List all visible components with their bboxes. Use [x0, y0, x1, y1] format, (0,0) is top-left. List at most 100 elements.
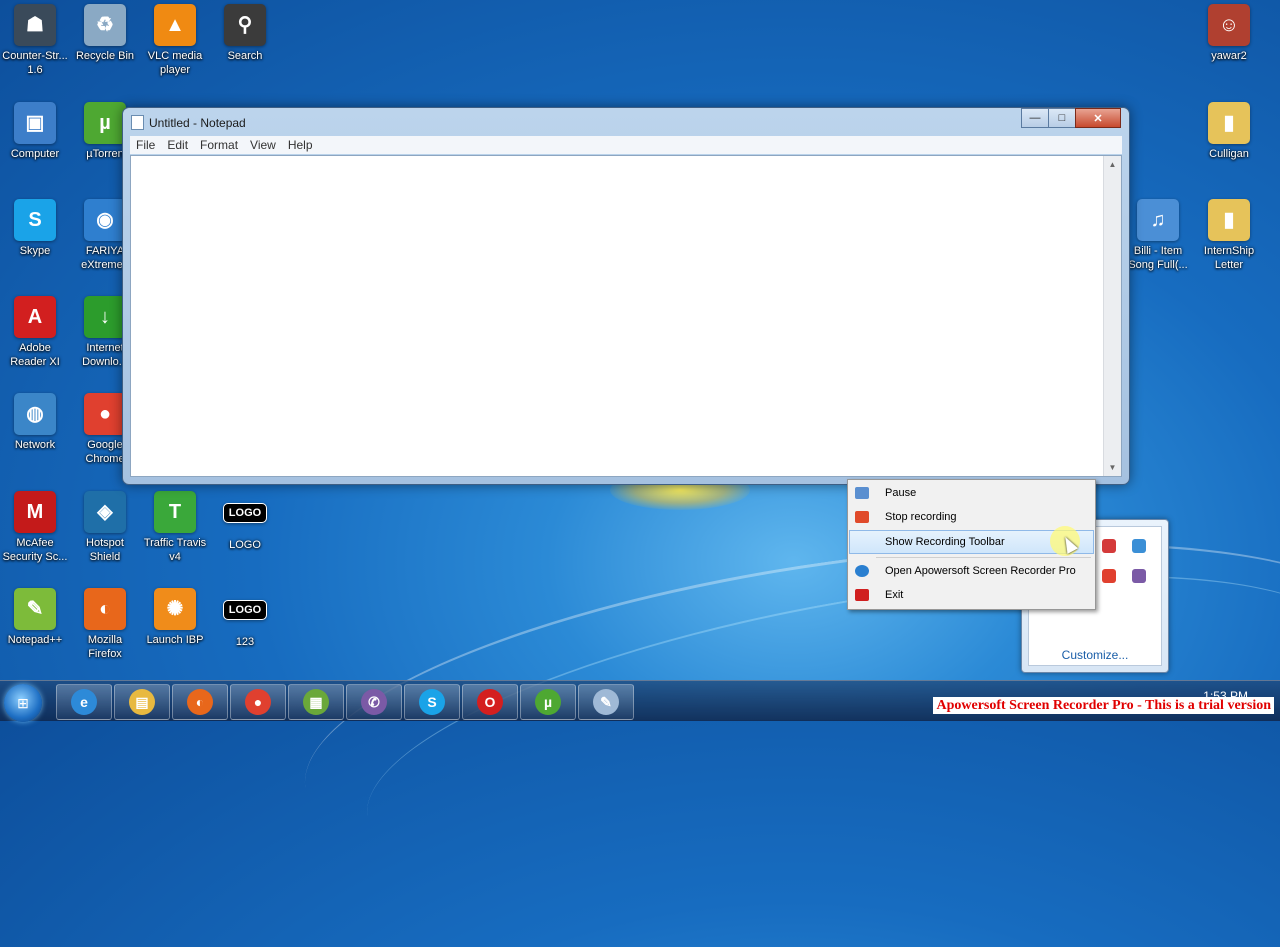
vlc-icon: ▲ [154, 4, 196, 46]
chrome-tray-icon[interactable] [1102, 569, 1116, 583]
counter-strike-icon: ☗ [14, 4, 56, 46]
desktop-icon[interactable]: ◈ Hotspot Shield [70, 491, 140, 564]
desktop-icon[interactable]: ♻ Recycle Bin [70, 4, 140, 63]
shield-tray-icon[interactable] [1102, 539, 1116, 553]
taskbar-button[interactable]: ✎ [578, 684, 634, 720]
desktop-icon[interactable]: ◐ Mozilla Firefox [70, 588, 140, 661]
desktop-icon-label: LOGO [229, 539, 261, 551]
menu-edit[interactable]: Edit [161, 138, 194, 152]
text-editor[interactable]: ▲ ▼ [130, 155, 1122, 477]
notepad-icon [131, 115, 144, 130]
desktop-icon-label: yawar2 [1211, 50, 1247, 62]
hotspot-shield-icon: ◈ [84, 491, 126, 533]
desktop-icon[interactable]: ◍ Network [0, 393, 70, 452]
desktop-icon-label: Culligan [1209, 148, 1249, 160]
menu-item-stop-recording[interactable]: Stop recording [850, 506, 1093, 528]
menu-item-exit[interactable]: Exit [850, 584, 1093, 606]
scroll-up-icon[interactable]: ▲ [1104, 156, 1121, 173]
window-title: Untitled - Notepad [149, 116, 246, 130]
desktop-icon-label: Launch IBP [146, 634, 204, 646]
taskbar-button[interactable]: ● [230, 684, 286, 720]
firefox-icon: ◐ [187, 689, 213, 715]
notepad-window[interactable]: Untitled - Notepad — □ ✕ File Edit Forma… [122, 107, 1130, 485]
pause-icon [855, 487, 869, 499]
desktop-icon[interactable]: M McAfee Security Sc... [0, 491, 70, 564]
customize-link[interactable]: Customize... [1022, 648, 1168, 662]
chrome-icon: ● [84, 393, 126, 435]
taskbar-button[interactable]: ▤ [114, 684, 170, 720]
menu-file[interactable]: File [130, 138, 161, 152]
desktop-icon-label: InternShip Letter [1203, 245, 1255, 271]
menu-item-pause[interactable]: Pause [850, 482, 1093, 504]
skype-icon: S [419, 689, 445, 715]
desktop-icon-label: Billi - Item Song Full(... [1128, 245, 1188, 271]
menu-view[interactable]: View [244, 138, 282, 152]
desktop-icon-label: Traffic Travis v4 [143, 537, 207, 563]
desktop-icon-label: Mozilla Firefox [87, 634, 123, 660]
logo-123-icon: LOGO [223, 600, 267, 620]
taskbar-button[interactable]: ▦ [288, 684, 344, 720]
chrome-icon: ● [245, 689, 271, 715]
desktop-icon[interactable]: ▮ Culligan [1194, 102, 1264, 161]
taskbar-button[interactable]: S [404, 684, 460, 720]
desktop-icon-label: Notepad++ [7, 634, 63, 646]
notepad-icon: ✎ [593, 689, 619, 715]
desktop-icon[interactable]: ✎ Notepad++ [0, 588, 70, 647]
internet-download-icon: ↓ [84, 296, 126, 338]
mcafee-icon: M [14, 491, 56, 533]
toolbar-icon [855, 536, 869, 548]
desktop-icon[interactable]: ☺ yawar2 [1194, 4, 1264, 63]
search-icon: ⚲ [224, 4, 266, 46]
desktop-icon-label: Search [227, 50, 263, 62]
skype-icon: S [14, 199, 56, 241]
desktop-icon-label: 123 [235, 636, 255, 648]
menu-format[interactable]: Format [194, 138, 244, 152]
menu-item-label: Stop recording [885, 511, 957, 523]
firefox-icon: ◐ [84, 588, 126, 630]
desktop-icon-label: Recycle Bin [75, 50, 135, 62]
taskbar-button[interactable]: ◐ [172, 684, 228, 720]
desktop-icon[interactable]: ⚲ Search [210, 4, 280, 63]
desktop-icon[interactable]: A Adobe Reader XI [0, 296, 70, 369]
scroll-down-icon[interactable]: ▼ [1104, 459, 1121, 476]
desktop-icon-label: Adobe Reader XI [10, 342, 60, 368]
notepad-titlebar[interactable]: Untitled - Notepad — □ ✕ [131, 108, 1121, 133]
taskbar-button[interactable]: µ [520, 684, 576, 720]
vertical-scrollbar[interactable]: ▲ ▼ [1103, 156, 1121, 476]
menu-item-label: Pause [885, 487, 917, 499]
taskbar-button[interactable]: O [462, 684, 518, 720]
desktop-icon[interactable]: T Traffic Travis v4 [140, 491, 210, 564]
desktop-icon[interactable]: ☗ Counter-Str... 1.6 [0, 4, 70, 77]
recycle-bin-icon: ♻ [84, 4, 126, 46]
viber-tray-icon[interactable] [1132, 569, 1146, 583]
menu-separator [876, 557, 1091, 558]
menu-item-open-apowersoft[interactable]: Open Apowersoft Screen Recorder Pro [850, 560, 1093, 582]
desktop-icon[interactable]: ✺ Launch IBP [140, 588, 210, 647]
mp3-file-icon: ♫ [1137, 199, 1179, 241]
folder-icon: ▮ [1208, 102, 1250, 144]
file-explorer-icon: ▤ [129, 689, 155, 715]
notepadpp-icon: ✎ [14, 588, 56, 630]
desktop-icon[interactable]: LOGO LOGO [210, 491, 280, 552]
desktop-icon-label: Skype [19, 245, 51, 257]
desktop-icon-label: Computer [10, 148, 60, 160]
viber-icon: ✆ [361, 689, 387, 715]
desktop-icon[interactable]: LOGO 123 [210, 588, 280, 649]
desktop-icon[interactable]: ♫ Billi - Item Song Full(... [1123, 199, 1193, 272]
utorrent-icon: µ [535, 689, 561, 715]
taskbar-button[interactable]: e [56, 684, 112, 720]
taskbar-button[interactable]: ✆ [346, 684, 402, 720]
network-tray-icon[interactable] [1132, 539, 1146, 553]
close-button[interactable]: ✕ [1075, 108, 1121, 128]
desktop-icon[interactable]: S Skype [0, 199, 70, 258]
adobe-reader-icon: A [14, 296, 56, 338]
desktop-icon[interactable]: ▮ InternShip Letter [1194, 199, 1264, 272]
start-button[interactable]: ⊞ [4, 684, 42, 722]
desktop-icon[interactable]: ▲ VLC media player [140, 4, 210, 77]
maximize-button[interactable]: □ [1048, 108, 1076, 128]
desktop-icon-label: McAfee Security Sc... [2, 537, 68, 563]
minimize-button[interactable]: — [1021, 108, 1049, 128]
network-icon: ◍ [14, 393, 56, 435]
menu-help[interactable]: Help [282, 138, 319, 152]
desktop-icon[interactable]: ▣ Computer [0, 102, 70, 161]
